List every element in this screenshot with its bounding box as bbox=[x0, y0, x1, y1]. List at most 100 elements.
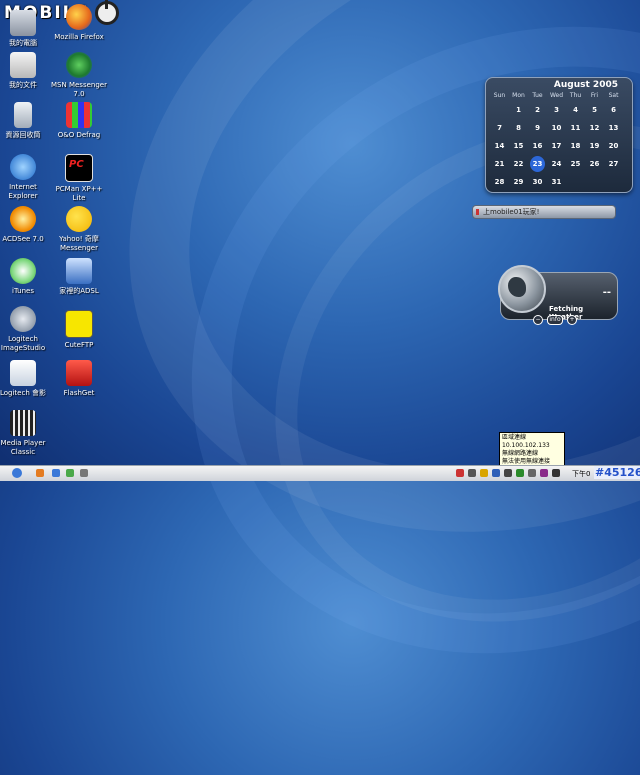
clapperboard-icon bbox=[10, 410, 36, 436]
weather-minus-button[interactable]: − bbox=[533, 315, 543, 325]
desktop-icon-label: Yahoo! 奇摩 Messenger bbox=[59, 235, 99, 252]
desktop-icon-logitech-imagestudio[interactable]: Logitech ImageStudio bbox=[0, 306, 52, 353]
calendar-day[interactable]: 6 bbox=[604, 102, 623, 118]
book-icon bbox=[10, 360, 36, 386]
calendar-day bbox=[490, 102, 509, 118]
calendar-day[interactable]: 28 bbox=[490, 174, 509, 190]
calendar-day[interactable]: 14 bbox=[490, 138, 509, 154]
tray-icon[interactable] bbox=[516, 469, 524, 477]
weather-info-button[interactable]: info bbox=[547, 315, 563, 325]
calendar-weekday-label: Thu bbox=[569, 92, 582, 99]
taskbar-clock[interactable]: 下午0 bbox=[572, 469, 590, 479]
calendar-day[interactable]: 11 bbox=[566, 120, 585, 136]
desktop-icon-label: Internet Explorer bbox=[8, 183, 38, 200]
calendar-day[interactable]: 2 bbox=[528, 102, 547, 118]
calendar-day[interactable]: 3 bbox=[547, 102, 566, 118]
calendar-day[interactable]: 23 bbox=[530, 156, 545, 172]
tray-icon[interactable] bbox=[492, 469, 500, 477]
desktop-icon-acdsee[interactable]: ACDSee 7.0 bbox=[0, 206, 52, 244]
calendar-month-title: August 2005 bbox=[553, 80, 618, 90]
weather-temperature: -- bbox=[602, 287, 611, 298]
calendar-day[interactable]: 21 bbox=[490, 156, 509, 172]
calendar-weekday-label: Wed bbox=[549, 92, 564, 99]
desktop-icon-adsl[interactable]: 家裡的ADSL bbox=[50, 258, 108, 296]
calendar-day[interactable]: 16 bbox=[528, 138, 547, 154]
network-connection-icon bbox=[66, 258, 92, 284]
calendar-day bbox=[585, 174, 604, 190]
calendar-day[interactable]: 20 bbox=[604, 138, 623, 154]
desktop-icon-media-player-classic[interactable]: Media Player Classic bbox=[0, 410, 52, 457]
acdsee-icon bbox=[10, 206, 36, 232]
calendar-day[interactable]: 10 bbox=[547, 120, 566, 136]
calendar-day[interactable]: 5 bbox=[585, 102, 604, 118]
desktop-icon-label: Logitech ImageStudio bbox=[0, 335, 46, 352]
desktop-icon-ie[interactable]: Internet Explorer bbox=[0, 154, 52, 201]
calendar-day bbox=[604, 174, 623, 190]
tooltip-line: 無線網路連線 bbox=[502, 450, 539, 457]
desktop-icon-label: 資源回收筒 bbox=[5, 131, 41, 139]
desktop-icon-pcman[interactable]: PC PCMan XP++ Lite bbox=[50, 154, 108, 203]
desktop-icon-cuteftp[interactable]: CuteFTP bbox=[50, 310, 108, 350]
weather-plus-button[interactable]: + bbox=[567, 315, 577, 325]
calendar-day[interactable]: 8 bbox=[509, 120, 528, 136]
tray-icon[interactable] bbox=[552, 469, 560, 477]
calendar-day[interactable]: 12 bbox=[585, 120, 604, 136]
desktop-icon-label: iTunes bbox=[12, 287, 34, 295]
start-menu-icon[interactable] bbox=[12, 468, 22, 478]
desktop-icon-yahoo-messenger[interactable]: Yahoo! 奇摩 Messenger bbox=[50, 206, 108, 253]
calendar-day[interactable]: 22 bbox=[509, 156, 528, 172]
firefox-icon bbox=[66, 4, 92, 30]
tray-icon[interactable] bbox=[504, 469, 512, 477]
msn-quicklaunch-icon[interactable] bbox=[66, 469, 74, 477]
calendar-day[interactable]: 13 bbox=[604, 120, 623, 136]
tray-icon[interactable] bbox=[456, 469, 464, 477]
webcam-icon bbox=[10, 306, 36, 332]
desktop-icon-defrag[interactable]: O&O Defrag bbox=[50, 102, 108, 140]
calendar-day[interactable]: 27 bbox=[604, 156, 623, 172]
desktop-icon-my-documents[interactable]: 我的文件 bbox=[0, 52, 52, 90]
image-tag: #45126 bbox=[594, 466, 640, 479]
tray-icon[interactable] bbox=[540, 469, 548, 477]
calendar-weekday-label: Tue bbox=[532, 92, 543, 99]
itunes-icon bbox=[10, 258, 36, 284]
tooltip-line: 區域連線 bbox=[502, 434, 527, 441]
calendar-day[interactable]: 26 bbox=[585, 156, 604, 172]
desktop-icon-label: 我的電腦 bbox=[9, 39, 37, 47]
calendar-day[interactable]: 24 bbox=[547, 156, 566, 172]
tray-icon[interactable] bbox=[528, 469, 536, 477]
calendar-day[interactable]: 30 bbox=[528, 174, 547, 190]
calendar-day[interactable]: 31 bbox=[547, 174, 566, 190]
calendar-day[interactable]: 1 bbox=[509, 102, 528, 118]
calendar-widget[interactable]: August 2005 Sun Mon Tue Wed Thu Fri Sat 1 2 3 4 5 6 7… bbox=[485, 77, 633, 193]
desktop-icon-recycle-bin[interactable]: 資源回收筒 bbox=[0, 102, 52, 140]
calendar-day[interactable]: 15 bbox=[509, 138, 528, 154]
tray-icon[interactable] bbox=[480, 469, 488, 477]
desktop-icon-logitech-video[interactable]: Logitech 會影 bbox=[0, 360, 52, 398]
calendar-day[interactable]: 25 bbox=[566, 156, 585, 172]
calendar-day[interactable]: 4 bbox=[566, 102, 585, 118]
tray-icon[interactable] bbox=[468, 469, 476, 477]
desktop-icon-my-computer[interactable]: 我的電腦 bbox=[0, 10, 52, 48]
desktop-quicklaunch-icon[interactable] bbox=[80, 469, 88, 477]
msn-icon bbox=[66, 52, 92, 78]
computer-icon bbox=[10, 10, 36, 36]
calendar-day[interactable]: 18 bbox=[566, 138, 585, 154]
calendar-day[interactable]: 29 bbox=[509, 174, 528, 190]
desktop-icon-label: Logitech 會影 bbox=[0, 389, 46, 397]
calendar-day[interactable]: 17 bbox=[547, 138, 566, 154]
calendar-day[interactable]: 7 bbox=[490, 120, 509, 136]
desktop-icon-label: Media Player Classic bbox=[0, 439, 46, 456]
firefox-quicklaunch-icon[interactable] bbox=[36, 469, 44, 477]
ie-quicklaunch-icon[interactable] bbox=[52, 469, 60, 477]
news-ticker[interactable]: 上mobile01玩家! bbox=[472, 205, 616, 219]
desktop-icon-label: CuteFTP bbox=[64, 341, 94, 349]
ticker-text: 上mobile01玩家! bbox=[483, 208, 540, 216]
recycle-bin-icon bbox=[14, 102, 32, 128]
desktop-icon-msn[interactable]: MSN Messenger 7.0 bbox=[50, 52, 108, 99]
calendar-day[interactable]: 9 bbox=[528, 120, 547, 136]
calendar-day[interactable]: 19 bbox=[585, 138, 604, 154]
desktop-icon-itunes[interactable]: iTunes bbox=[0, 258, 52, 296]
desktop-icon-firefox[interactable]: Mozilla Firefox bbox=[50, 4, 108, 42]
tooltip-line: 10.100.102.133 bbox=[502, 442, 550, 449]
desktop-icon-flashget[interactable]: FlashGet bbox=[50, 360, 108, 398]
